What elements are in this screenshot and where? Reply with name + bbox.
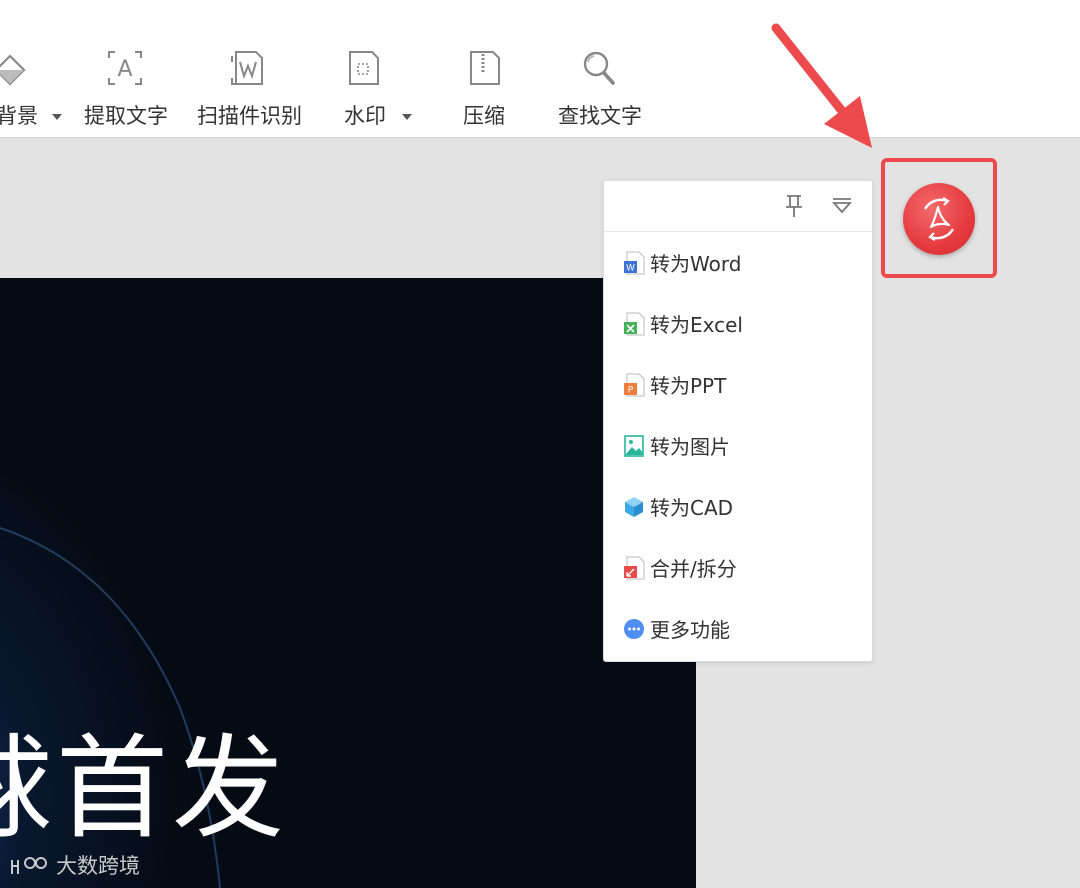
pdf-convert-icon — [923, 197, 955, 241]
dropdown-arrow-icon[interactable] — [52, 114, 62, 120]
tool-label: 水印 — [344, 104, 386, 128]
pin-icon[interactable] — [782, 193, 806, 219]
menu-item-to-image[interactable]: 转为图片 — [604, 415, 872, 476]
cad-cube-icon — [625, 496, 643, 517]
background-tool[interactable]: 背景 — [0, 48, 70, 133]
image-file-icon — [624, 434, 644, 457]
dropdown-arrow-icon[interactable] — [402, 114, 412, 120]
document-title-text: 球首发 — [0, 724, 288, 854]
ribbon-toolbar: 背景 A 提取文字 扫描件识别 水印 压缩 查找文字 — [0, 0, 1080, 138]
compress-icon — [470, 51, 500, 85]
merge-split-icon — [624, 556, 645, 579]
red-pointer-arrow — [771, 23, 872, 148]
tool-label: 压缩 — [463, 104, 505, 128]
tool-label: 背景 — [0, 104, 38, 128]
word-file-icon: W — [624, 251, 645, 274]
extract-text-tool[interactable]: A 提取文字 — [84, 48, 168, 133]
tool-label: 查找文字 — [558, 104, 642, 128]
watermark-text: 大数跨境 — [56, 854, 140, 878]
pdf-convert-fab-button[interactable] — [903, 183, 975, 255]
menu-item-to-word[interactable]: W 转为Word — [604, 232, 872, 293]
watermark-logo-icon — [11, 857, 47, 874]
convert-panel: W 转为Word 转为Excel P 转为PPT 转为图片 转为CAD 合并/拆… — [603, 180, 873, 662]
scan-recognize-tool[interactable]: 扫描件识别 — [197, 48, 302, 133]
panel-header — [604, 181, 872, 232]
document-page: 球首发 大数跨境 — [0, 278, 696, 888]
watermark-tool[interactable]: 水印 — [344, 48, 414, 133]
watermark: 大数跨境 — [10, 850, 140, 880]
menu-item-label: 合并/拆分 — [650, 557, 737, 581]
tool-label: 提取文字 — [84, 104, 168, 128]
more-functions-icon — [624, 618, 644, 639]
menu-item-label: 转为图片 — [650, 435, 730, 459]
svg-text:W: W — [626, 263, 635, 273]
menu-item-label: 转为PPT — [650, 374, 727, 398]
menu-item-label: 转为CAD — [650, 496, 734, 520]
convert-menu: W 转为Word 转为Excel P 转为PPT 转为图片 转为CAD 合并/拆… — [604, 232, 872, 659]
compress-tool[interactable]: 压缩 — [463, 48, 507, 133]
scan-recognize-icon — [231, 51, 263, 85]
menu-item-to-excel[interactable]: 转为Excel — [604, 293, 872, 354]
svg-text:P: P — [628, 385, 634, 395]
collapse-panel-icon[interactable] — [830, 196, 854, 216]
menu-item-to-cad[interactable]: 转为CAD — [604, 476, 872, 537]
background-fill-icon — [0, 54, 26, 86]
menu-item-label: 转为Excel — [650, 313, 743, 337]
menu-item-merge-split[interactable]: 合并/拆分 — [604, 537, 872, 598]
excel-file-icon — [624, 312, 645, 335]
watermark-icon — [349, 51, 379, 85]
search-text-tool[interactable]: 查找文字 — [558, 48, 642, 133]
search-icon — [583, 51, 615, 85]
extract-text-icon: A — [108, 51, 142, 85]
svg-text:A: A — [117, 57, 132, 82]
tool-label: 扫描件识别 — [197, 104, 302, 128]
menu-item-label: 转为Word — [650, 252, 742, 276]
ppt-file-icon: P — [624, 373, 645, 396]
menu-item-to-ppt[interactable]: P 转为PPT — [604, 354, 872, 415]
menu-item-more-functions[interactable]: 更多功能 — [604, 598, 872, 659]
menu-item-label: 更多功能 — [650, 618, 730, 642]
